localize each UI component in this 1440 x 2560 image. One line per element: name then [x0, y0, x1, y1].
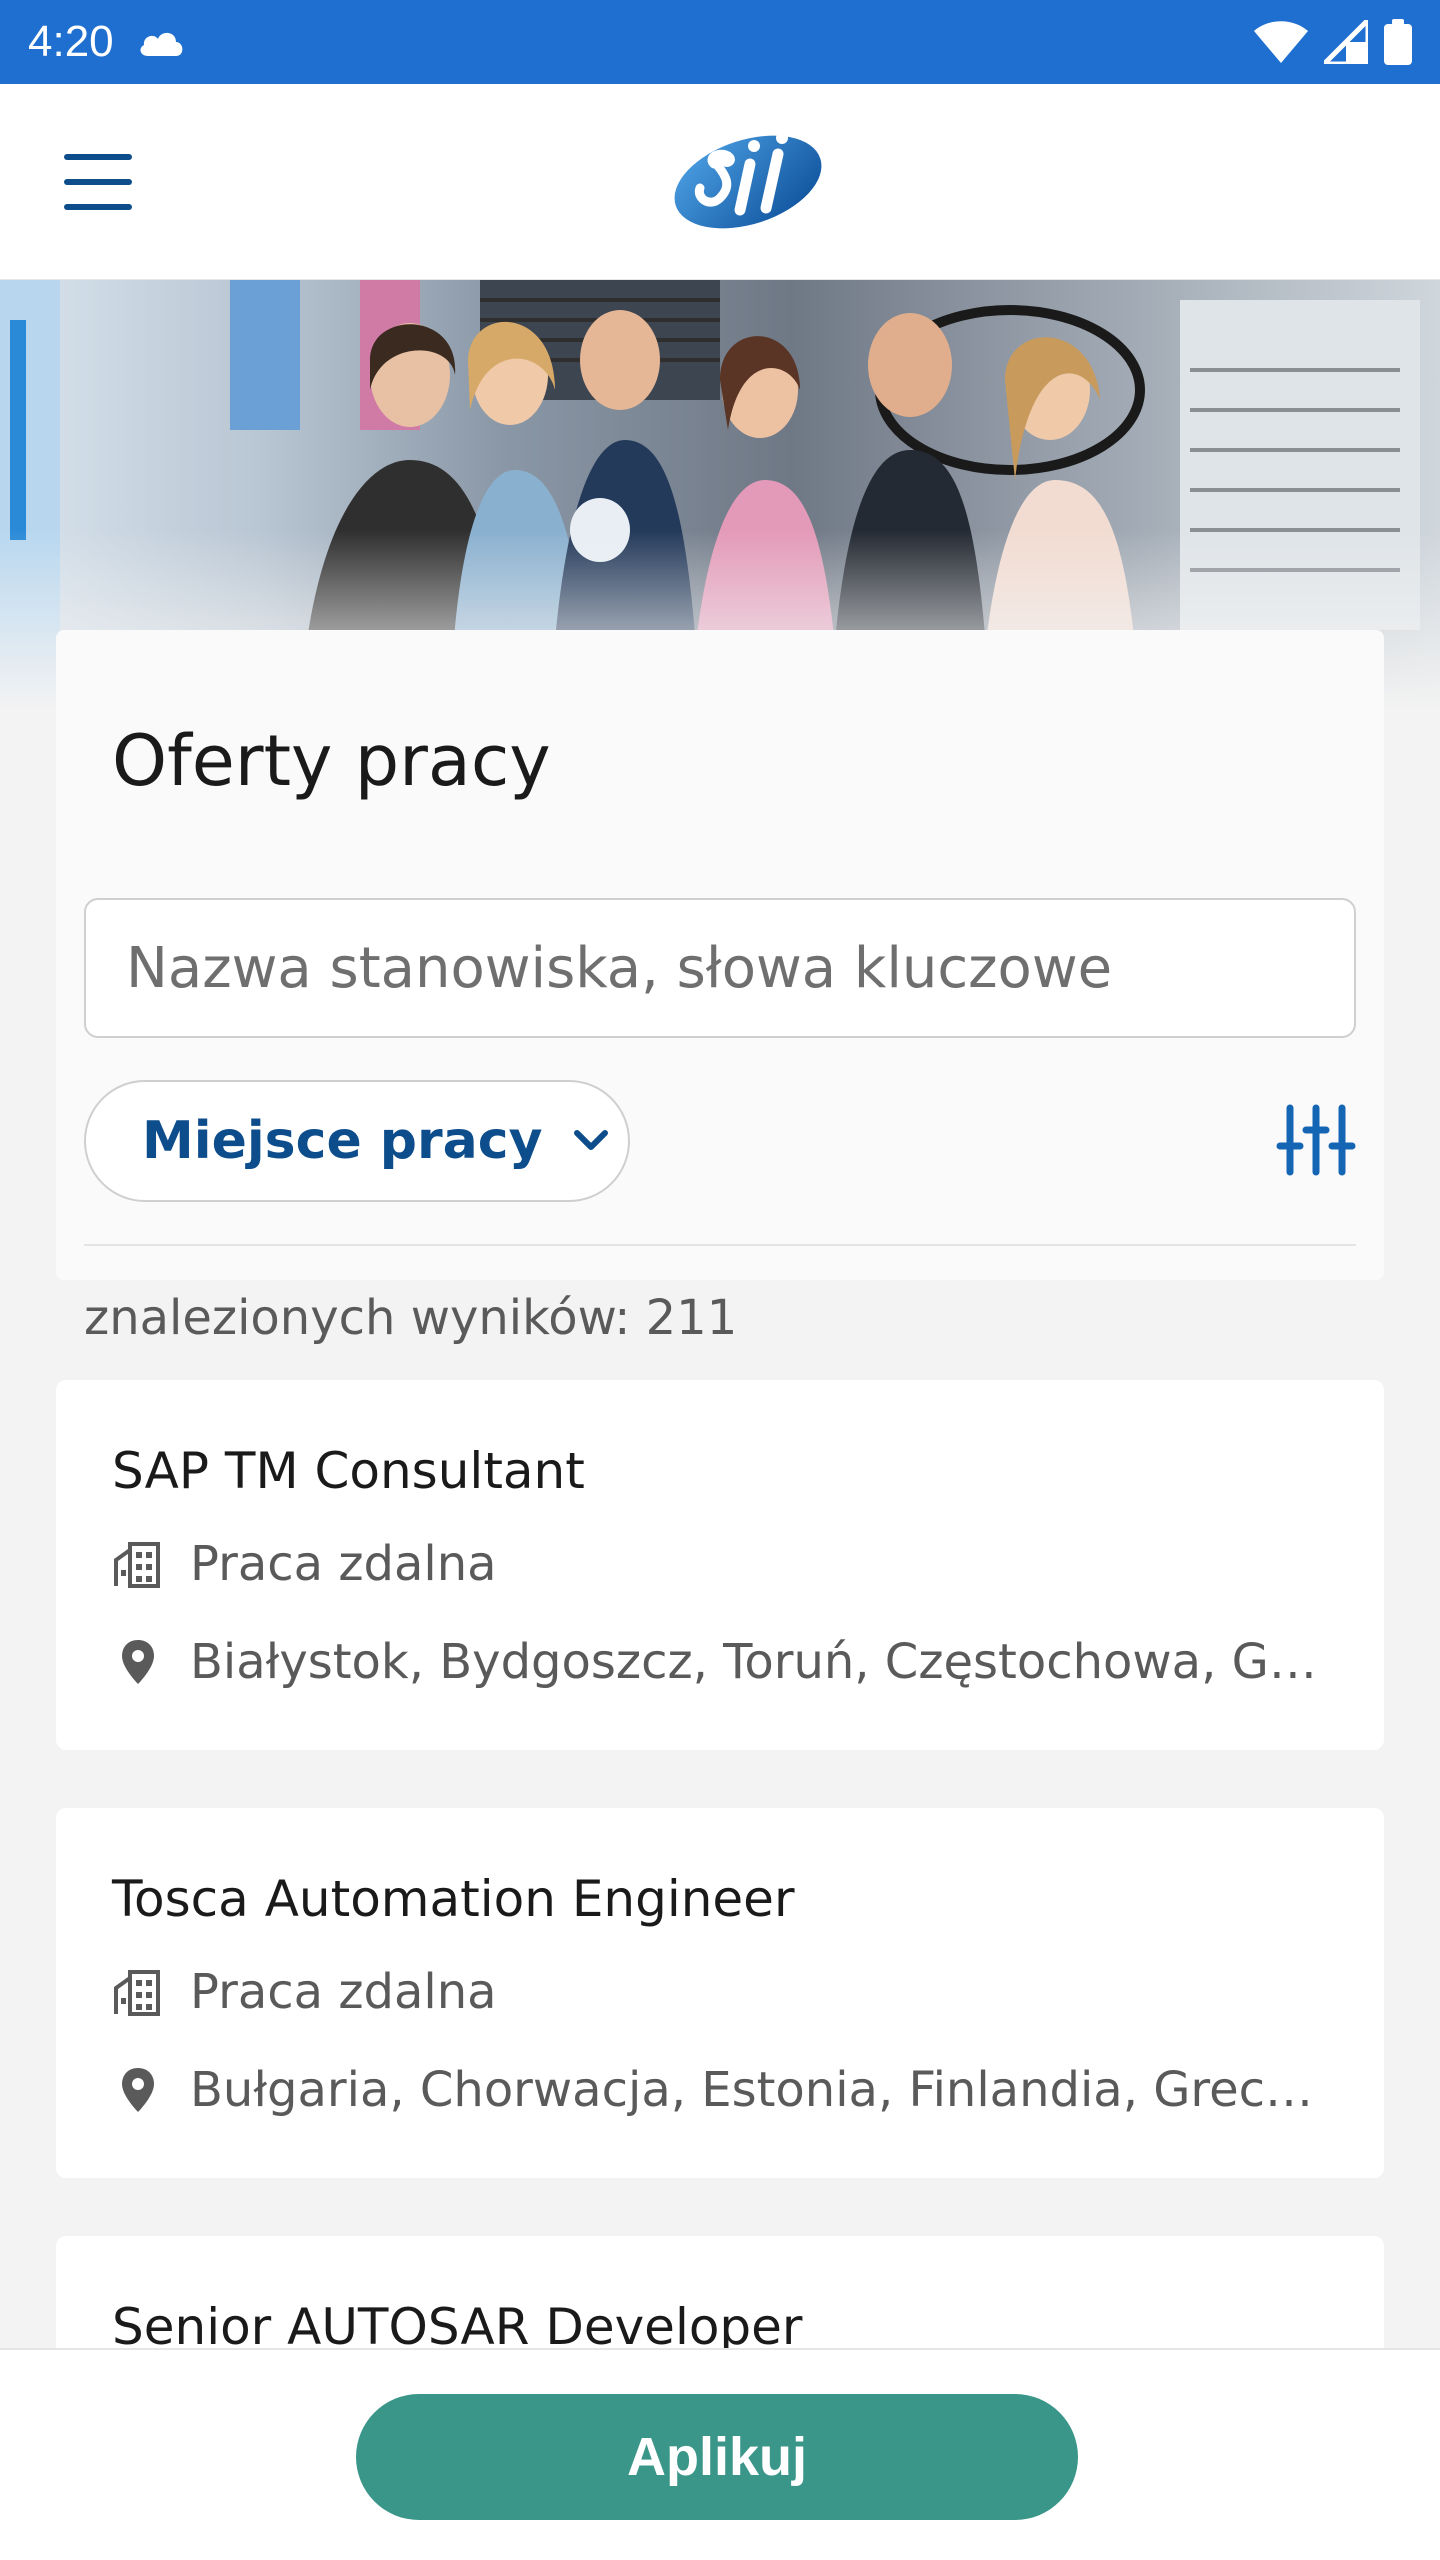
location-pin-icon [122, 1640, 154, 1684]
divider [84, 1244, 1356, 1246]
menu-button[interactable] [64, 154, 132, 210]
status-time: 4:20 [28, 17, 114, 66]
job-work-mode-text: Praca zdalna [190, 1964, 497, 2020]
app-bar [0, 84, 1440, 280]
job-location: Białystok, Bydgoszcz, Toruń, Częstochowa… [112, 1634, 1320, 1690]
status-right [1254, 19, 1412, 65]
sii-logo[interactable] [666, 124, 826, 234]
job-work-mode: Praca zdalna [112, 1964, 497, 2020]
job-location-text: Bułgaria, Chorwacja, Estonia, Finlandia,… [190, 2062, 1320, 2118]
location-pin-icon [122, 2068, 154, 2112]
job-title: Tosca Automation Engineer [112, 1870, 795, 1928]
wifi-icon [1254, 21, 1308, 63]
page-title: Oferty pracy [112, 720, 551, 802]
battery-icon [1384, 19, 1412, 65]
hamburger-line [64, 154, 132, 160]
job-location: Bułgaria, Chorwacja, Estonia, Finlandia,… [112, 2062, 1320, 2118]
building-icon [114, 1970, 160, 2016]
hamburger-line [64, 179, 132, 185]
location-dropdown[interactable]: Miejsce pracy [84, 1080, 630, 1202]
location-dropdown-label: Miejsce pracy [142, 1111, 543, 1171]
hamburger-line [64, 204, 132, 210]
job-location-text: Białystok, Bydgoszcz, Toruń, Częstochowa… [190, 1634, 1320, 1690]
filter-sliders-icon[interactable] [1276, 1100, 1356, 1180]
chevron-down-icon [573, 1130, 608, 1150]
apply-button[interactable]: Aplikuj [356, 2394, 1078, 2520]
status-left: 4:20 [28, 17, 186, 67]
job-work-mode: Praca zdalna [112, 1536, 497, 1592]
job-title: SAP TM Consultant [112, 1442, 585, 1500]
search-input[interactable] [84, 898, 1356, 1038]
status-bar: 4:20 [0, 0, 1440, 84]
results-count: znalezionych wyników: 211 [84, 1290, 738, 1346]
apply-bar: Aplikuj [0, 2348, 1440, 2560]
search-card: Oferty pracy Miejsce pracy [56, 630, 1384, 1280]
signal-icon [1324, 20, 1368, 64]
cloud-icon [140, 32, 183, 56]
job-card[interactable]: Tosca Automation Engineer Praca zdalna B… [56, 1808, 1384, 2178]
job-work-mode-text: Praca zdalna [190, 1536, 497, 1592]
building-icon [114, 1542, 160, 1588]
job-card[interactable]: SAP TM Consultant Praca zdalna Białystok… [56, 1380, 1384, 1750]
